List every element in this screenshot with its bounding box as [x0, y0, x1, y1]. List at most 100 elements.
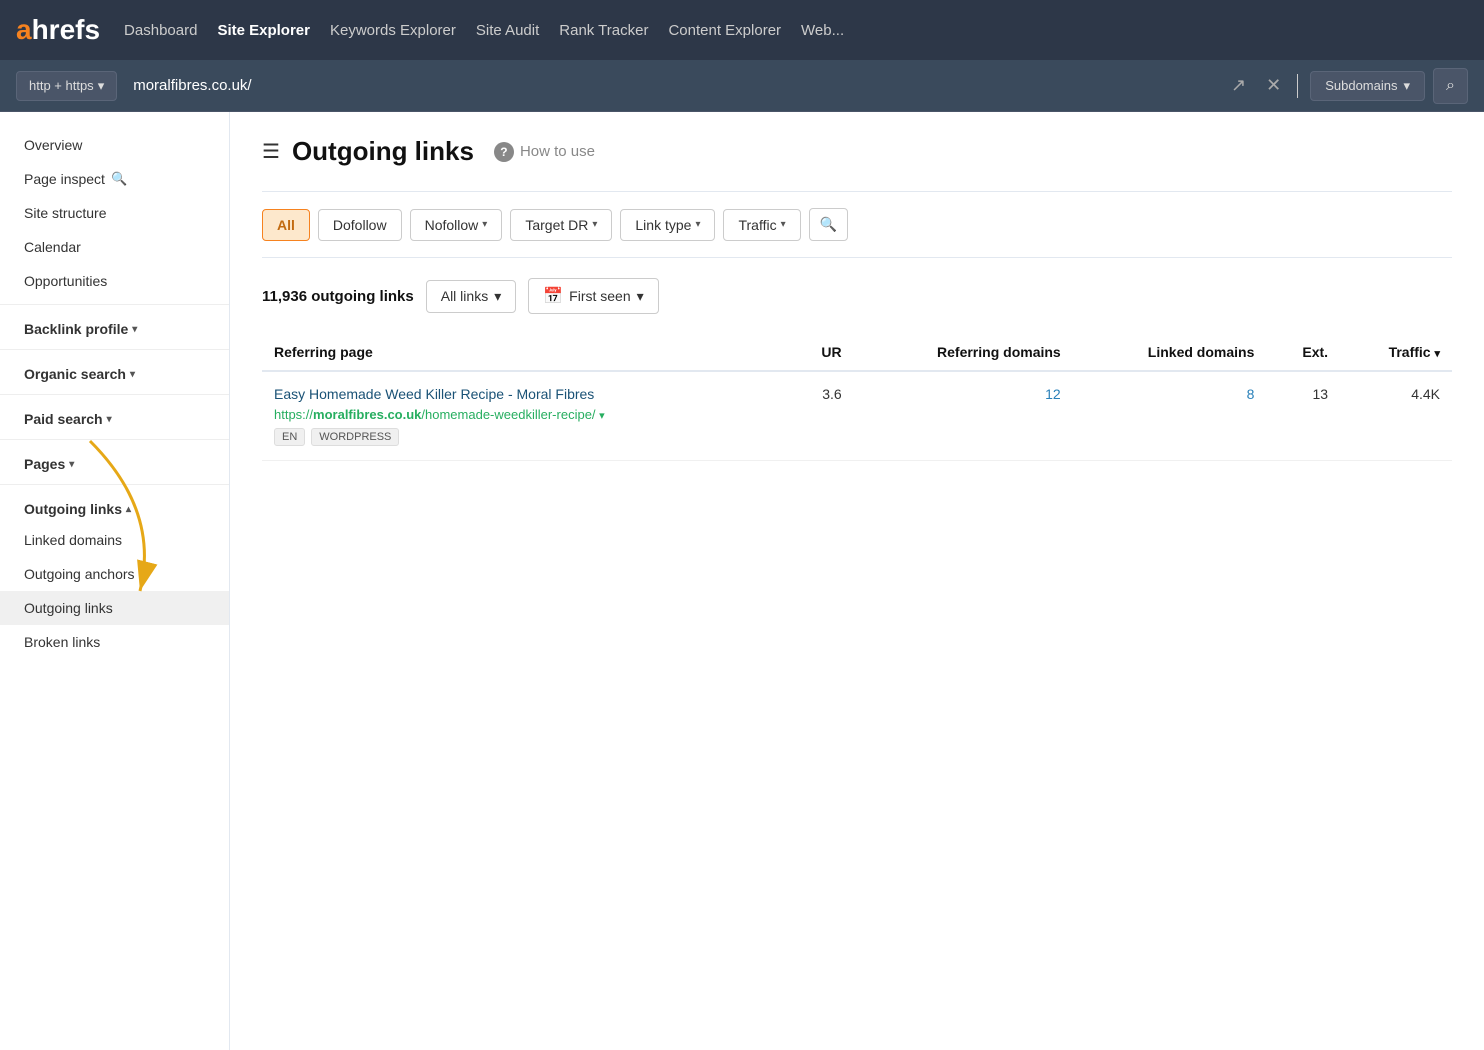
- backlink-profile-caret: ▾: [132, 324, 137, 335]
- traffic-header-label: Traffic: [1389, 344, 1431, 360]
- cell-linked-domains: 8: [1073, 371, 1267, 461]
- badge-container: EN WORDPRESS: [274, 428, 776, 446]
- all-links-dropdown[interactable]: All links ▾: [426, 280, 517, 313]
- link-type-caret: ▾: [695, 219, 700, 230]
- nav-web[interactable]: Web...: [801, 22, 844, 39]
- sidebar-divider-4: [0, 439, 229, 440]
- sidebar-item-opportunities[interactable]: Opportunities: [0, 264, 229, 298]
- page-title: Outgoing links: [292, 136, 474, 167]
- sidebar-item-site-structure[interactable]: Site structure: [0, 196, 229, 230]
- scope-label: Subdomains: [1325, 78, 1397, 93]
- url-dropdown-icon[interactable]: ▾: [599, 410, 605, 422]
- referring-domains-link[interactable]: 12: [1045, 386, 1061, 402]
- link-count: 11,936 outgoing links: [262, 288, 414, 305]
- sidebar-item-outgoing-anchors[interactable]: Outgoing anchors: [0, 557, 229, 591]
- page-inspect-search-icon: 🔍: [111, 171, 127, 187]
- paid-search-label: Paid search: [24, 411, 103, 427]
- url-input[interactable]: [125, 71, 1219, 100]
- logo-a: a: [16, 14, 32, 46]
- link-type-label: Link type: [635, 217, 691, 233]
- sidebar-item-outgoing-links[interactable]: Outgoing links: [0, 591, 229, 625]
- traffic-caret: ▾: [781, 219, 786, 230]
- target-dr-caret: ▾: [592, 219, 597, 230]
- cell-ur: 3.6: [788, 371, 854, 461]
- cell-traffic: 4.4K: [1340, 371, 1452, 461]
- pages-caret: ▾: [69, 459, 74, 470]
- count-value: 11,936: [262, 288, 307, 305]
- filter-nofollow-button[interactable]: Nofollow ▾: [410, 209, 503, 241]
- th-linked-domains: Linked domains: [1073, 334, 1267, 371]
- nav-site-audit[interactable]: Site Audit: [476, 22, 539, 39]
- separator: [1297, 74, 1298, 98]
- filter-target-dr-button[interactable]: Target DR ▾: [510, 209, 612, 241]
- clear-icon[interactable]: ✕: [1262, 71, 1285, 100]
- search-button[interactable]: ⌕: [1433, 68, 1468, 104]
- sidebar-divider-2: [0, 349, 229, 350]
- url-actions: ↗ ✕: [1227, 71, 1285, 100]
- protocol-caret: ▾: [98, 78, 105, 94]
- sidebar-section-backlink-profile[interactable]: Backlink profile ▾: [0, 311, 229, 343]
- nav-dashboard[interactable]: Dashboard: [124, 22, 197, 39]
- nav-content-explorer[interactable]: Content Explorer: [668, 22, 781, 39]
- protocol-label: http + https: [29, 78, 94, 93]
- outgoing-links-table: Referring page UR Referring domains Link…: [262, 334, 1452, 461]
- filter-all-button[interactable]: All: [262, 209, 310, 241]
- table-body: Easy Homemade Weed Killer Recipe - Moral…: [262, 371, 1452, 461]
- backlink-profile-label: Backlink profile: [24, 321, 128, 337]
- first-seen-dropdown[interactable]: 📅 First seen ▾: [528, 278, 658, 314]
- organic-search-label: Organic search: [24, 366, 126, 382]
- sidebar: Overview Page inspect 🔍 Site structure C…: [0, 112, 230, 1050]
- sidebar-section-pages[interactable]: Pages ▾: [0, 446, 229, 478]
- sidebar-divider-5: [0, 484, 229, 485]
- nav-links: Dashboard Site Explorer Keywords Explore…: [124, 22, 844, 39]
- first-seen-caret: ▾: [637, 288, 644, 305]
- logo-hrefs: hrefs: [32, 14, 100, 46]
- sidebar-item-broken-links[interactable]: Broken links: [0, 625, 229, 659]
- all-links-label: All links: [441, 288, 488, 304]
- th-traffic[interactable]: Traffic ▾: [1340, 334, 1452, 371]
- sidebar-item-overview[interactable]: Overview: [0, 128, 229, 162]
- page-url: https://moralfibres.co.uk/homemade-weedk…: [274, 407, 605, 422]
- logo[interactable]: ahrefs: [16, 14, 100, 46]
- linked-domains-link[interactable]: 8: [1247, 386, 1255, 402]
- badge-wordpress: WORDPRESS: [311, 428, 399, 446]
- filter-bar: All Dofollow Nofollow ▾ Target DR ▾ Link…: [262, 191, 1452, 258]
- pages-label: Pages: [24, 456, 65, 472]
- calendar-icon: 📅: [543, 286, 563, 306]
- filter-traffic-button[interactable]: Traffic ▾: [723, 209, 800, 241]
- nav-rank-tracker[interactable]: Rank Tracker: [559, 22, 648, 39]
- sidebar-section-outgoing-links[interactable]: Outgoing links ▴: [0, 491, 229, 523]
- sidebar-section-paid-search[interactable]: Paid search ▾: [0, 401, 229, 433]
- filter-search-button[interactable]: 🔍: [809, 208, 848, 241]
- sidebar-item-page-inspect[interactable]: Page inspect 🔍: [0, 162, 229, 196]
- how-to-use-button[interactable]: ? How to use: [494, 142, 595, 162]
- sidebar-divider-3: [0, 394, 229, 395]
- first-seen-label: First seen: [569, 288, 630, 304]
- how-to-use-label: How to use: [520, 143, 595, 160]
- table-row: Easy Homemade Weed Killer Recipe - Moral…: [262, 371, 1452, 461]
- all-links-caret: ▾: [494, 288, 501, 305]
- sidebar-item-calendar[interactable]: Calendar: [0, 230, 229, 264]
- filter-dofollow-button[interactable]: Dofollow: [318, 209, 402, 241]
- traffic-sort-icon: ▾: [1434, 348, 1440, 360]
- scope-button[interactable]: Subdomains ▾: [1310, 71, 1425, 101]
- target-dr-label: Target DR: [525, 217, 588, 233]
- badge-en: EN: [274, 428, 305, 446]
- sidebar-divider-1: [0, 304, 229, 305]
- hamburger-icon[interactable]: ☰: [262, 139, 280, 164]
- nav-site-explorer[interactable]: Site Explorer: [217, 22, 310, 39]
- external-link-icon[interactable]: ↗: [1227, 71, 1250, 100]
- th-referring-domains[interactable]: Referring domains: [854, 334, 1073, 371]
- search-bar: http + https ▾ ↗ ✕ Subdomains ▾ ⌕: [0, 60, 1484, 112]
- sidebar-section-organic-search[interactable]: Organic search ▾: [0, 356, 229, 388]
- main-layout: Overview Page inspect 🔍 Site structure C…: [0, 112, 1484, 1050]
- filter-link-type-button[interactable]: Link type ▾: [620, 209, 715, 241]
- page-header: ☰ Outgoing links ? How to use: [262, 136, 1452, 167]
- sidebar-item-linked-domains[interactable]: Linked domains: [0, 523, 229, 557]
- cell-referring-page: Easy Homemade Weed Killer Recipe - Moral…: [262, 371, 788, 461]
- protocol-button[interactable]: http + https ▾: [16, 71, 117, 101]
- referring-page-link[interactable]: Easy Homemade Weed Killer Recipe - Moral…: [274, 386, 776, 402]
- help-circle-icon: ?: [494, 142, 514, 162]
- th-ext: Ext.: [1266, 334, 1340, 371]
- nav-keywords-explorer[interactable]: Keywords Explorer: [330, 22, 456, 39]
